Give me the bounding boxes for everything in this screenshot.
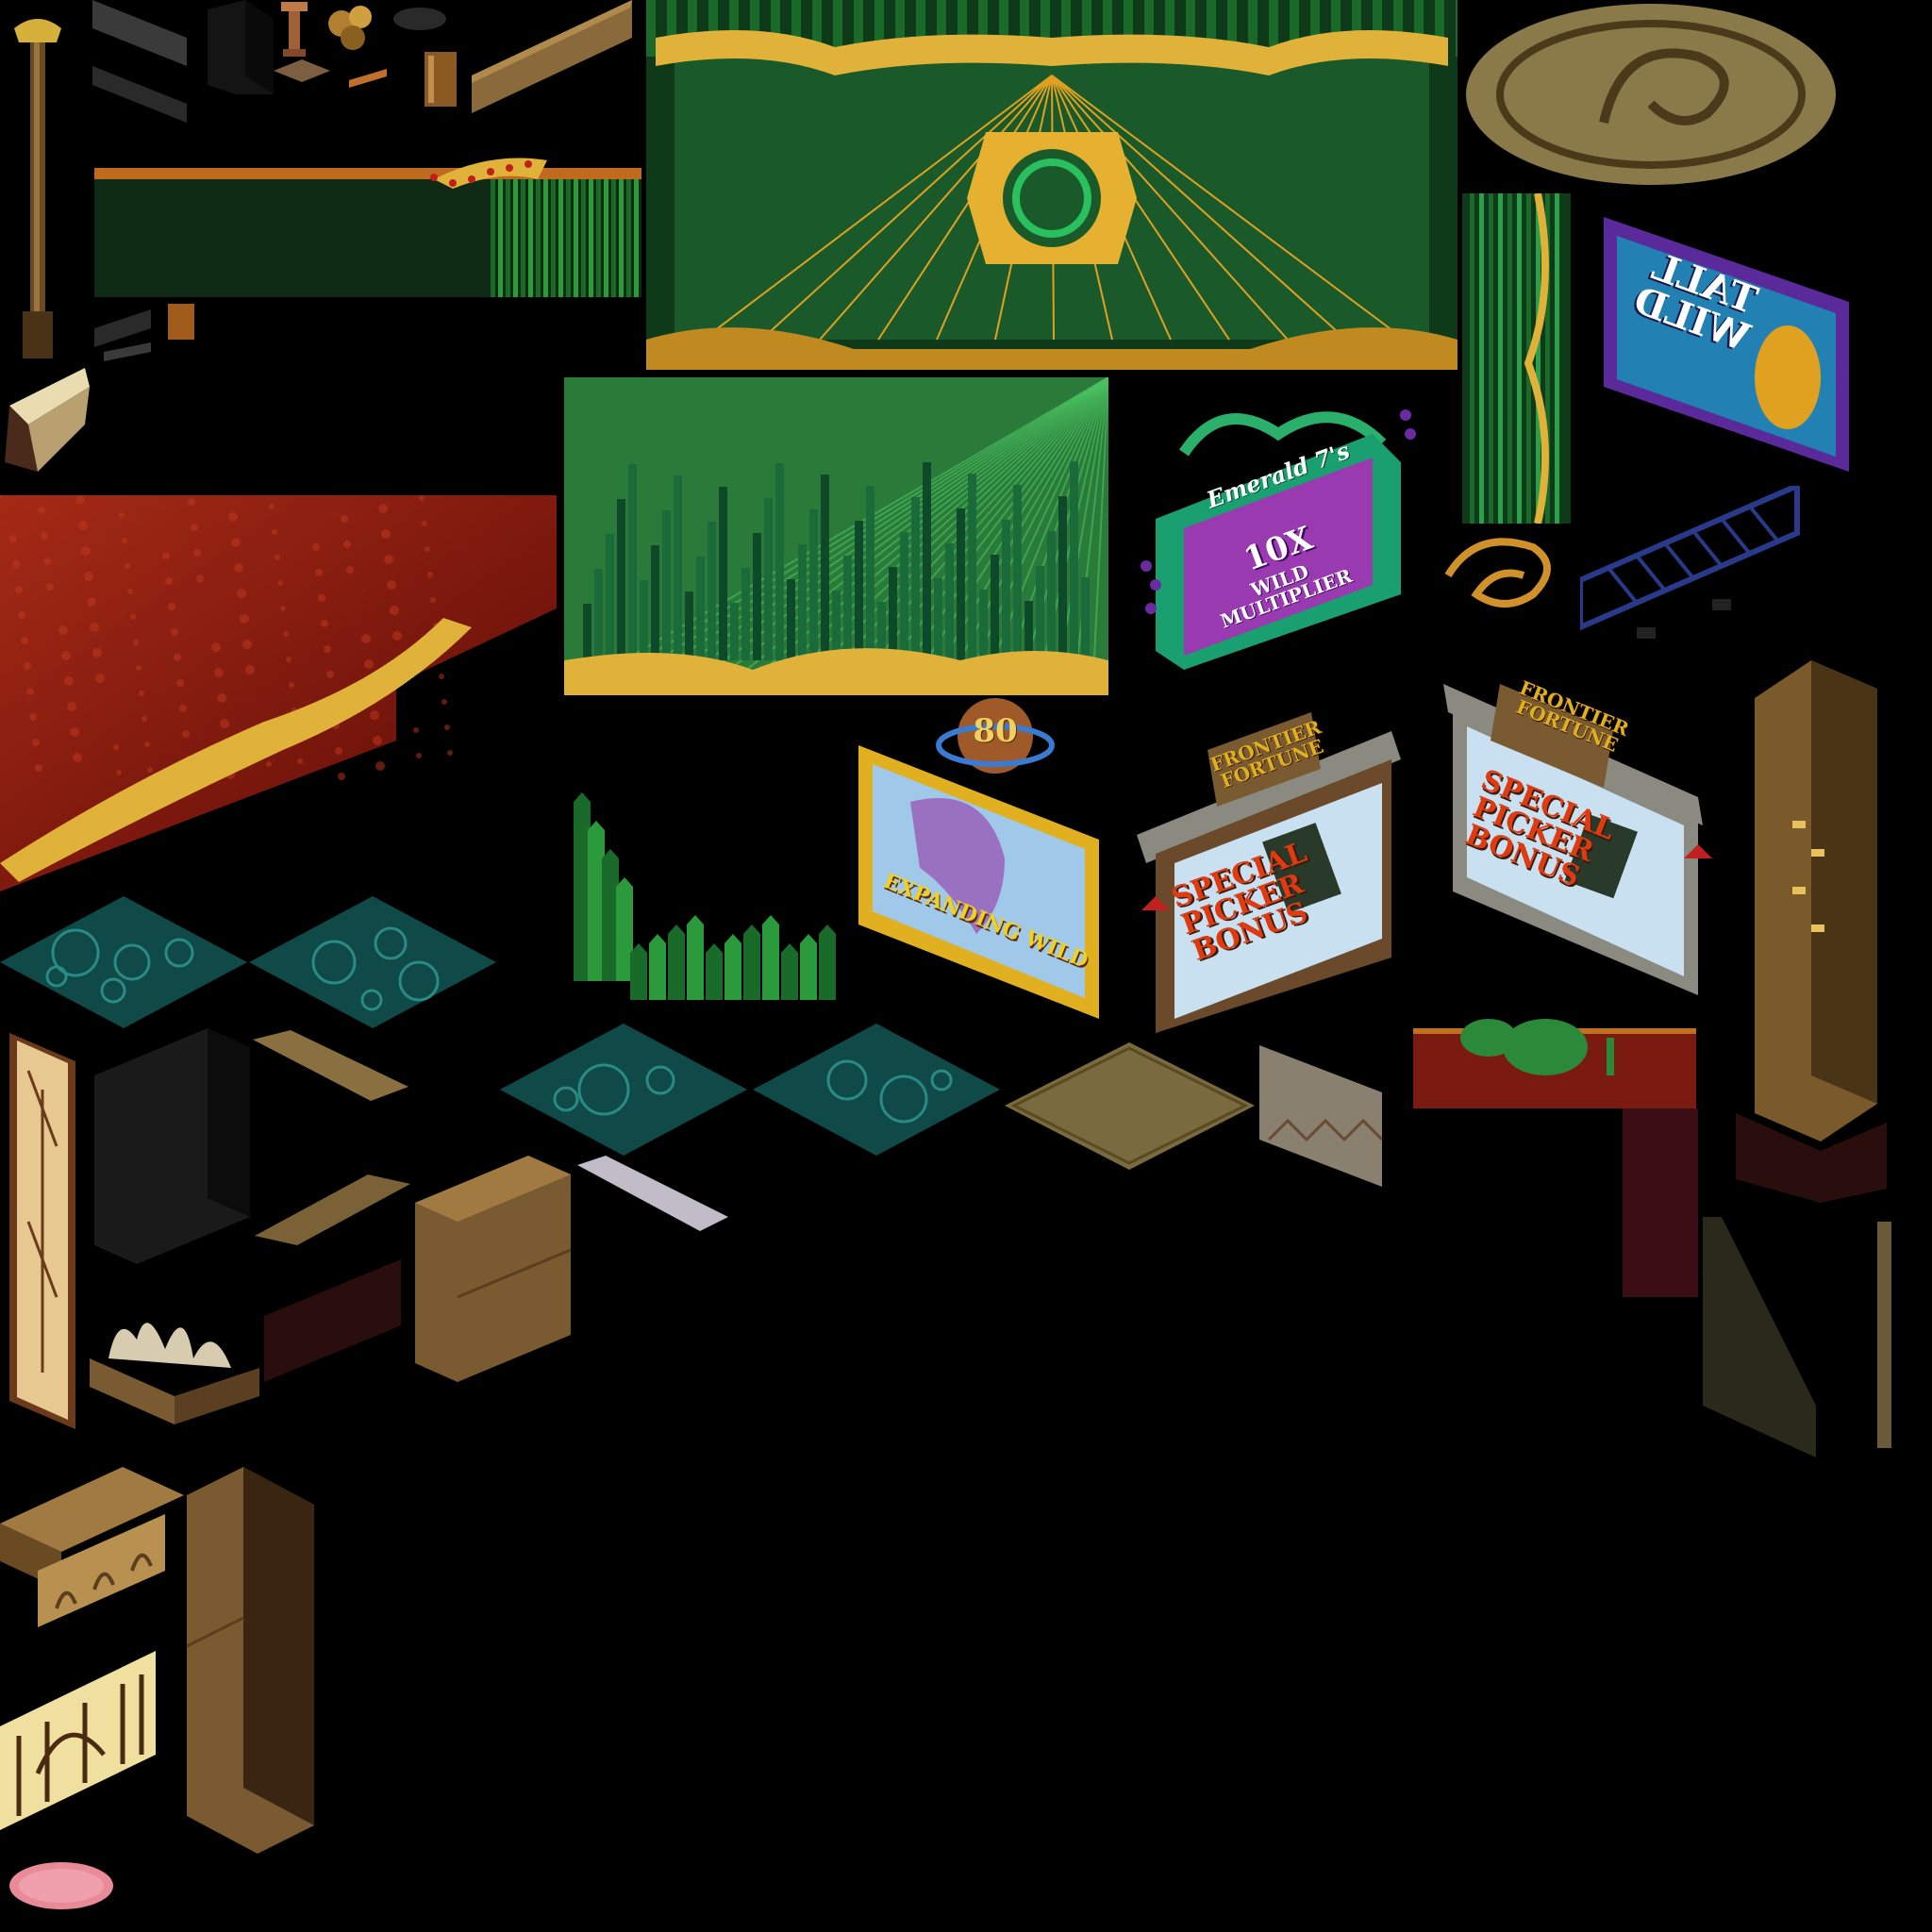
emerald-pillar-strip: [1462, 193, 1571, 524]
dark-panel-strips: [92, 0, 187, 123]
emerald-sevens-sign: Emerald 7's 10X WILD MULTIPLIER: [1127, 377, 1429, 670]
tall-wood-panel: [187, 1467, 314, 1854]
carved-shelf: [0, 1467, 184, 1627]
tan-floor-tile: [1005, 1042, 1255, 1170]
teal-floor-tile-4: [753, 1024, 1000, 1156]
maroon-wall-strip: [264, 1259, 401, 1382]
red-carpet-floor: [0, 495, 557, 891]
pink-rug: [9, 1862, 113, 1909]
frontier-fortune-sign-1: FRONTIER FORTUNE SPECIAL PICKER BONUS: [1118, 693, 1406, 1033]
dark-granite-wall: [94, 1028, 250, 1264]
art-deco-screen-panel: [9, 1033, 75, 1429]
gold-medallion-floor: [1466, 4, 1836, 185]
teal-floor-tile-3: [500, 1024, 747, 1156]
emerald-banner-strip: [94, 158, 641, 297]
maroon-wall-panel: [1623, 1108, 1698, 1297]
dark-cloud-prop: [393, 8, 446, 30]
blue-truss-beam: [1580, 486, 1800, 639]
gold-lamp-pillar: [14, 19, 61, 358]
emerald-stage-floor: [646, 0, 1457, 370]
gold-fan-ornament: [90, 1323, 259, 1424]
tall-wild-sign: TALL WILD: [1585, 198, 1877, 481]
small-props-row: [274, 52, 457, 107]
wood-beam: [472, 0, 632, 113]
stone-wall-segment: [1259, 1045, 1382, 1187]
frontier-fortune-sign-2: FRONTIER FORTUNE SPECIAL PICKER BONUS: [1434, 656, 1726, 995]
cream-chair-prop: [5, 368, 90, 472]
wood-cabinet: [415, 1156, 571, 1382]
balloon-number: 80: [973, 712, 1018, 750]
small-dark-props: [94, 304, 194, 361]
light-floor-strip: [577, 1156, 728, 1231]
expanding-wild-sign: 80 EXPANDING WILD: [854, 698, 1108, 1024]
dark-granite-panel-right: [1703, 1217, 1891, 1457]
gold-swirl-ornament: [1444, 538, 1551, 608]
teal-floor-tile-1: [0, 896, 247, 1028]
tan-floor-strip-1: [253, 1030, 408, 1101]
emerald-city-skyline: [564, 377, 1108, 695]
teal-floor-tile-2: [249, 896, 496, 1028]
emerald-crystal-cluster: [574, 792, 836, 1000]
black-cube-prop: [208, 0, 274, 94]
tan-floor-strip-2: [255, 1174, 410, 1245]
wood-stone-column: [1736, 660, 1887, 1203]
deco-gate-panel: [0, 1651, 156, 1830]
emerald-counter-top: [1413, 1019, 1696, 1108]
